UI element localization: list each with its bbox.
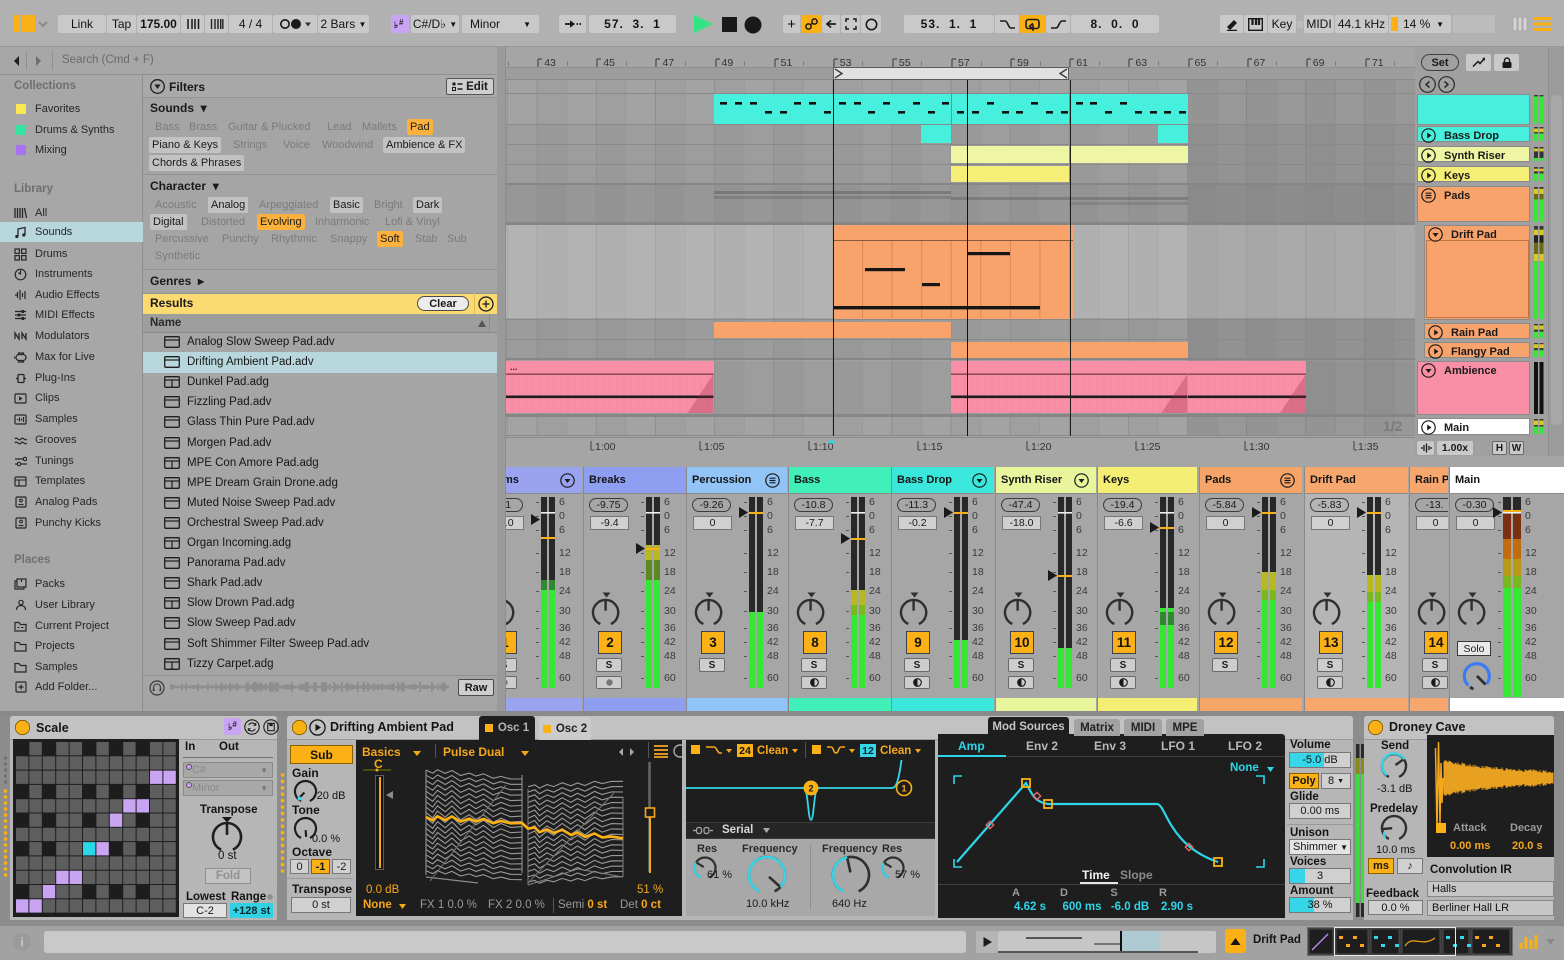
svg-text:♭: ♭	[394, 20, 398, 30]
svg-text:2: 2	[808, 784, 813, 794]
svg-text:...: ...	[510, 362, 518, 372]
svg-text:#: #	[399, 18, 404, 27]
svg-text:i: i	[20, 935, 24, 950]
svg-text:1: 1	[901, 784, 906, 794]
